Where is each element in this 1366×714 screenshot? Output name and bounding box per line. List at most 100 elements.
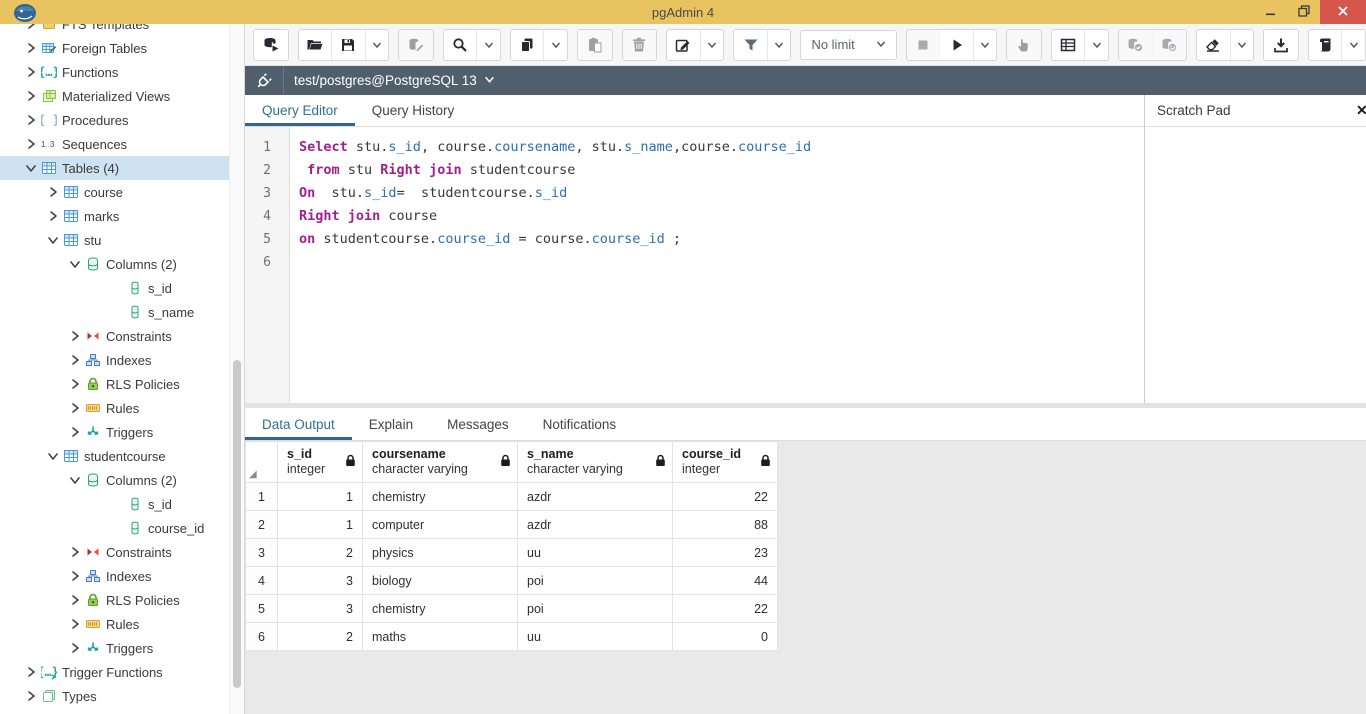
tab-explain[interactable]: Explain (352, 408, 430, 440)
tree-item-marks[interactable]: marks (0, 204, 245, 228)
tree-item-fts-templates[interactable]: FTS Templates (0, 24, 245, 36)
chevron-right-icon[interactable] (66, 378, 84, 390)
grid-cell[interactable]: 3 (278, 595, 363, 623)
tree-item-trigger-functions[interactable]: {…}Trigger Functions (0, 660, 245, 684)
tree-item-s-id[interactable]: s_id (0, 276, 245, 300)
grid-cell[interactable]: 1 (278, 483, 363, 511)
row-number[interactable]: 1 (246, 483, 278, 511)
scratch-pad-input[interactable] (1145, 127, 1366, 403)
tree-item-types[interactable]: Types (0, 684, 245, 708)
tab-query-editor[interactable]: Query Editor (245, 95, 355, 126)
tree-item-rules[interactable]: Rules (0, 396, 245, 420)
tab-data-output[interactable]: Data Output (245, 408, 352, 440)
tree-item-triggers[interactable]: Triggers (0, 636, 245, 660)
chevron-right-icon[interactable] (22, 66, 40, 78)
chevron-right-icon[interactable] (66, 402, 84, 414)
tree-item-sequences[interactable]: 1..3Sequences (0, 132, 245, 156)
grid-cell[interactable]: 44 (673, 567, 778, 595)
chevron-down-icon[interactable] (44, 450, 62, 462)
tree-item-rules[interactable]: Rules (0, 612, 245, 636)
grid-cell[interactable]: uu (518, 623, 673, 651)
copy-button[interactable] (511, 30, 545, 60)
grid-cell[interactable]: 0 (673, 623, 778, 651)
tree-item-triggers[interactable]: Triggers (0, 420, 245, 444)
grid-cell[interactable]: 2 (278, 539, 363, 567)
grid-cell[interactable]: maths (363, 623, 518, 651)
grid-cell[interactable]: 3 (278, 567, 363, 595)
chevron-right-icon[interactable] (22, 690, 40, 702)
chevron-right-icon[interactable] (22, 138, 40, 150)
caret-down-button[interactable] (1342, 30, 1365, 60)
chevron-down-icon[interactable] (66, 474, 84, 486)
chevron-right-icon[interactable] (66, 426, 84, 438)
chevron-right-icon[interactable] (22, 114, 40, 126)
tree-item-procedures[interactable]: { }Procedures (0, 108, 245, 132)
grid-cell[interactable]: poi (518, 567, 673, 595)
grid-cell[interactable]: uu (518, 539, 673, 567)
chevron-right-icon[interactable] (44, 186, 62, 198)
tab-messages[interactable]: Messages (430, 408, 526, 440)
sql-code[interactable]: Select stu.s_id, course.coursename, stu.… (290, 127, 1144, 403)
tree-item-foreign-tables[interactable]: Foreign Tables (0, 36, 245, 60)
caret-down-button[interactable] (544, 30, 567, 60)
clear-button[interactable] (1197, 30, 1231, 60)
row-limit-select[interactable]: No limit (800, 30, 896, 60)
chevron-right-icon[interactable] (22, 24, 40, 30)
filter-button[interactable] (734, 30, 768, 60)
row-number[interactable]: 2 (246, 511, 278, 539)
chevron-down-icon[interactable] (44, 234, 62, 246)
close-button[interactable] (1320, 0, 1366, 24)
tab-query-history[interactable]: Query History (355, 95, 472, 126)
grid-button[interactable] (1052, 30, 1086, 60)
grid-cell[interactable]: 1 (278, 511, 363, 539)
caret-down-button[interactable] (1231, 30, 1254, 60)
tree-item-functions[interactable]: {…}Functions (0, 60, 245, 84)
tree-item-rls-policies[interactable]: RLS Policies (0, 372, 245, 396)
tree-item-columns-2[interactable]: Columns (2) (0, 252, 245, 276)
row-number[interactable]: 4 (246, 567, 278, 595)
grid-cell[interactable]: 22 (673, 595, 778, 623)
grid-cell[interactable]: chemistry (363, 595, 518, 623)
caret-down-button[interactable] (366, 30, 389, 60)
row-number[interactable]: 3 (246, 539, 278, 567)
close-icon[interactable]: ✕ (1350, 101, 1366, 120)
column-header-coursename[interactable]: coursenamecharacter varying (363, 442, 518, 483)
grid-cell[interactable]: 23 (673, 539, 778, 567)
grid-cell[interactable]: computer (363, 511, 518, 539)
chevron-right-icon[interactable] (22, 666, 40, 678)
row-number[interactable]: 6 (246, 623, 278, 651)
caret-down-button[interactable] (974, 30, 997, 60)
tree-item-indexes[interactable]: Indexes (0, 564, 245, 588)
grid-cell[interactable]: azdr (518, 511, 673, 539)
tree-item-constraints[interactable]: Constraints (0, 324, 245, 348)
column-header-course-id[interactable]: course_idinteger (673, 442, 778, 483)
connection-selector[interactable]: test/postgres@PostgreSQL 13 (294, 73, 495, 88)
select-all-corner[interactable]: ◢ (246, 442, 278, 483)
tree-item-course-id[interactable]: course_id (0, 516, 245, 540)
chevron-down-icon[interactable] (22, 162, 40, 174)
chevron-right-icon[interactable] (66, 330, 84, 342)
download-button[interactable] (1264, 30, 1298, 60)
caret-down-button[interactable] (768, 30, 791, 60)
tree-item-studentcourse[interactable]: studentcourse (0, 444, 245, 468)
chevron-right-icon[interactable] (22, 90, 40, 102)
grid-cell[interactable]: biology (363, 567, 518, 595)
scrollbar-thumb[interactable] (233, 360, 241, 688)
column-header-s-name[interactable]: s_namecharacter varying (518, 442, 673, 483)
chevron-right-icon[interactable] (66, 594, 84, 606)
grid-cell[interactable]: poi (518, 595, 673, 623)
grid-cell[interactable]: physics (363, 539, 518, 567)
grid-cell[interactable]: chemistry (363, 483, 518, 511)
chevron-right-icon[interactable] (66, 570, 84, 582)
grid-cell[interactable]: 88 (673, 511, 778, 539)
row-number[interactable]: 5 (246, 595, 278, 623)
minimize-button[interactable] (1254, 0, 1287, 24)
grid-cell[interactable]: 2 (278, 623, 363, 651)
chevron-right-icon[interactable] (44, 210, 62, 222)
tree-item-constraints[interactable]: Constraints (0, 540, 245, 564)
tree-item-materialized-views[interactable]: Materialized Views (0, 84, 245, 108)
sql-editor[interactable]: 123456 Select stu.s_id, course.coursenam… (245, 127, 1144, 403)
caret-down-button[interactable] (701, 30, 724, 60)
tree-item-course[interactable]: course (0, 180, 245, 204)
tree-item-tables-4[interactable]: Tables (4) (0, 156, 245, 180)
